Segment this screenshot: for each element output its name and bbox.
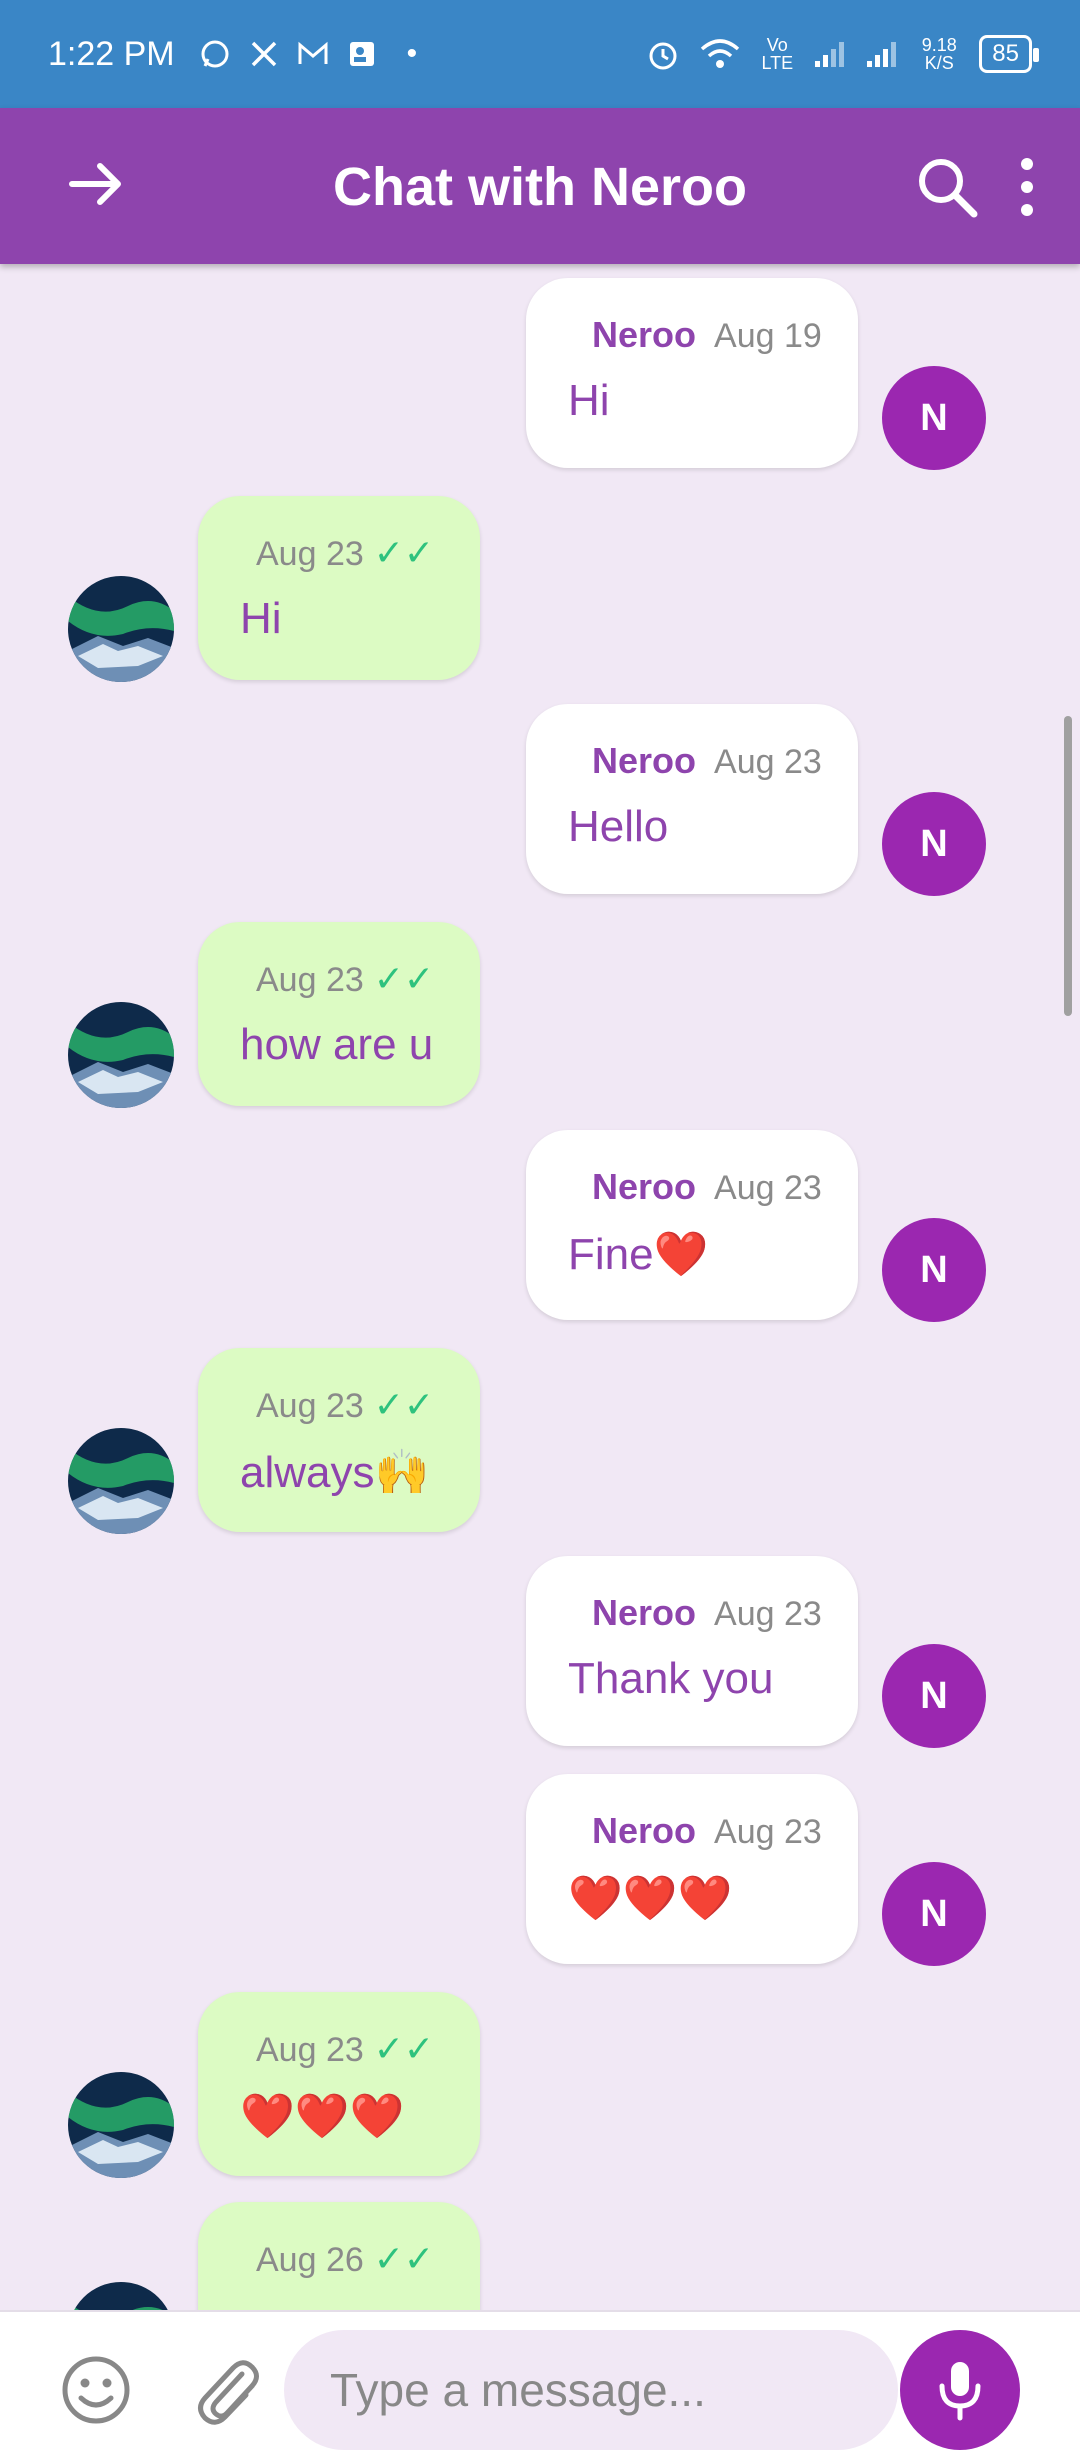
message-text: Hi [240, 594, 282, 643]
message-date: Aug 23 [714, 1595, 822, 1633]
signal-1-icon [815, 42, 845, 67]
dot-icon: • [406, 37, 418, 70]
message-date: Aug 23 [256, 1387, 364, 1425]
message-date: Aug 23 [714, 1813, 822, 1851]
message-input[interactable]: Type a message... [284, 2330, 898, 2450]
message-text: always🙌 [240, 1448, 430, 1497]
x-icon [251, 41, 276, 67]
message-date: Aug 23 [256, 2031, 364, 2069]
read-checks-icon: ✓✓ [373, 958, 435, 999]
read-checks-icon: ✓✓ [373, 1384, 435, 1425]
app-bar: Chat with Neroo [0, 108, 1080, 264]
message-text: Thank you [568, 1654, 774, 1703]
message-text: ❤️❤️❤️ [568, 1874, 733, 1923]
whatsapp-icon [201, 40, 229, 68]
message-bubble-outgoing[interactable]: Neroo Aug 19 Hi [526, 278, 858, 468]
avatar[interactable]: N [882, 1862, 986, 1966]
paperclip-icon[interactable] [190, 2352, 262, 2428]
message-composer: Type a message... [0, 2310, 1080, 2460]
message-text: Hi [568, 376, 610, 425]
avatar[interactable] [68, 2072, 174, 2178]
message-text: how are u [240, 1020, 434, 1069]
sender-name: Neroo [592, 1592, 697, 1633]
avatar[interactable]: N [882, 366, 986, 470]
message-list[interactable]: Neroo Aug 19 Hi N Aug 23 ✓✓ Hi Neroo Aug… [0, 264, 1080, 2310]
avatar[interactable] [68, 2282, 174, 2310]
message-bubble-outgoing[interactable]: Neroo Aug 23 Fine❤️ [526, 1130, 858, 1320]
message-bubble-outgoing[interactable]: Neroo Aug 23 Hello [526, 704, 858, 894]
battery-indicator: 85 [979, 35, 1039, 73]
message-bubble-outgoing[interactable]: Neroo Aug 23 Thank you [526, 1556, 858, 1746]
volte-label: Vo LTE [761, 35, 794, 73]
mic-icon [939, 2362, 981, 2421]
sender-name: Neroo [592, 1810, 697, 1851]
message-date: Aug 23 [714, 1169, 822, 1207]
message-date: Aug 19 [714, 317, 822, 355]
read-checks-icon: ✓✓ [373, 2028, 435, 2069]
avatar[interactable] [68, 1428, 174, 1534]
message-bubble-incoming[interactable]: Aug 23 ✓✓ ❤️❤️❤️ [198, 1992, 480, 2176]
message-text: Hello [568, 802, 669, 851]
message-text: Fine❤️ [568, 1230, 709, 1279]
sender-name: Neroo [592, 1166, 697, 1207]
avatar[interactable]: N [882, 1218, 986, 1322]
message-bubble-outgoing[interactable]: Neroo Aug 23 ❤️❤️❤️ [526, 1774, 858, 1964]
mail-icon [298, 41, 328, 64]
sender-name: Neroo [592, 740, 697, 781]
system-icons: Vo LTE 9.18 K/S 85 [645, 35, 1039, 73]
notification-icons: • [199, 37, 418, 71]
more-vert-icon[interactable] [1012, 152, 1042, 222]
message-bubble-incoming[interactable]: Aug 23 ✓✓ how are u [198, 922, 480, 1106]
message-bubble-incoming[interactable]: Aug 23 ✓✓ always🙌 [198, 1348, 480, 1532]
signal-2-icon [867, 42, 897, 67]
message-bubble-incoming[interactable]: Aug 23 ✓✓ Hi [198, 496, 480, 680]
scrollbar[interactable] [1064, 716, 1072, 1016]
message-date: Aug 23 [714, 743, 822, 781]
read-checks-icon: ✓✓ [373, 2238, 435, 2279]
alarm-icon [649, 42, 677, 70]
contact-icon [349, 42, 374, 66]
avatar[interactable] [68, 1002, 174, 1108]
message-text: ❤️❤️❤️ [240, 2092, 405, 2141]
status-time: 1:22 PM [48, 34, 175, 73]
avatar[interactable]: N [882, 1644, 986, 1748]
message-bubble-incoming[interactable]: Aug 26 ✓✓ [198, 2202, 480, 2310]
read-checks-icon: ✓✓ [373, 532, 435, 573]
wifi-icon [701, 39, 740, 68]
message-date: Aug 26 [256, 2241, 364, 2279]
avatar[interactable]: N [882, 792, 986, 896]
net-speed: 9.18 K/S [921, 35, 957, 73]
mic-button[interactable] [900, 2330, 1020, 2450]
status-bar: 1:22 PM • Vo LTE 9.18 K/S 85 [0, 0, 1080, 108]
search-icon[interactable] [912, 152, 982, 222]
message-date: Aug 23 [256, 535, 364, 573]
sender-name: Neroo [592, 314, 697, 355]
emoji-icon[interactable] [60, 2354, 132, 2426]
message-date: Aug 23 [256, 961, 364, 999]
avatar[interactable] [68, 576, 174, 682]
